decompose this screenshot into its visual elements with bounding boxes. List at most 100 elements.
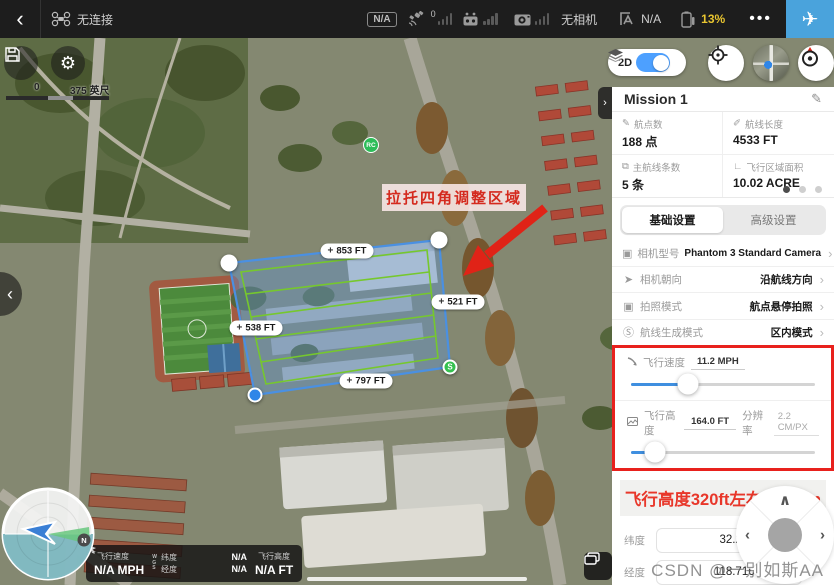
mission-stats: ✎航点数 188 点 ✐航线长度 4533 FT ⧉主航线条数 5 条 ∟飞行区…	[612, 112, 834, 198]
camera-status	[504, 13, 535, 26]
mission-panel: Mission 1 ✎ ✎航点数 188 点 ✐航线长度 4533 FT ⧉主航…	[612, 87, 834, 585]
speed-slider-row: 飞行速度 11.2 MPH	[615, 348, 831, 400]
photo-mode-icon: ▣	[622, 300, 635, 313]
minimap-thumbnail[interactable]	[753, 45, 789, 81]
takeoff-plane-icon: ✈	[802, 7, 819, 32]
camera-icon	[514, 13, 531, 26]
main-lines-icon: ⧉	[622, 161, 629, 172]
more-menu-button[interactable]: •••	[735, 10, 786, 28]
corner-handle-top-left[interactable]	[221, 255, 238, 272]
telemetry-bar: 飞行速度 N/A MPH WGS 纬度N/A 经度N/A 飞行高度 N/A FT	[86, 545, 302, 582]
resolution-value: 2.2 CM/PX	[774, 410, 819, 436]
speed-slider[interactable]	[631, 383, 815, 386]
scale-distance-label: 375 英尺	[70, 82, 109, 97]
battery-percent: 13%	[701, 12, 725, 26]
telemetry-altitude: 飞行高度 N/A FT	[255, 551, 293, 577]
compass-mode-button[interactable]	[798, 45, 834, 81]
altitude-slider-row: 飞行高度 164.0 FT 分辨率 2.2 CM/PX	[615, 400, 831, 468]
stats-pagination-dots[interactable]	[783, 186, 822, 193]
remote-controller-icon	[462, 12, 479, 26]
rc-home-marker[interactable]: RC	[363, 137, 379, 153]
map-settings-button[interactable]: ⚙	[51, 46, 85, 80]
connection-status-label: 无连接	[77, 11, 113, 28]
corner-handle-top-right[interactable]	[431, 232, 448, 249]
corner-handle-bottom-left[interactable]	[248, 388, 263, 403]
flight-status: N/A	[609, 11, 671, 27]
gps-mode-badge: N/A	[367, 12, 396, 27]
drone-icon	[51, 11, 71, 27]
plus-icon: +	[328, 246, 334, 257]
altitude-value-field[interactable]: 164.0 FT	[684, 415, 736, 430]
tab-advanced-settings[interactable]: 高级设置	[723, 207, 824, 233]
camera-model-icon: ▣	[622, 247, 632, 260]
route-length-icon: ✐	[733, 118, 741, 129]
annotation-label: 拉托四角调整区域	[382, 184, 526, 211]
chevron-right-icon: ›	[828, 246, 832, 261]
route-mode-icon: Ⓢ	[622, 324, 635, 340]
setting-route-mode[interactable]: Ⓢ 航线生成模式 区内模式 ›	[612, 320, 834, 346]
altitude-slider-thumb[interactable]	[644, 442, 665, 463]
nudge-left-button[interactable]: ‹	[745, 527, 750, 544]
gs-pro-app: 0 375 英尺 ⚙ ‹ 拉托四角调整区域 RC +853 FT +521 FT…	[0, 0, 834, 585]
flight-status-label: N/A	[641, 12, 661, 26]
nudge-up-button[interactable]: ∧	[779, 491, 791, 509]
edit-mission-icon[interactable]: ✎	[811, 91, 822, 107]
chevron-right-icon: ›	[820, 272, 824, 287]
chevron-right-icon: ›	[820, 299, 824, 314]
altitude-slider[interactable]	[631, 451, 815, 454]
stat-route-length: ✐航线长度 4533 FT	[723, 112, 834, 155]
satellite-count: 0	[431, 9, 436, 19]
setting-photo-mode[interactable]: ▣ 拍照模式 航点悬停拍照 ›	[612, 293, 834, 319]
status-topbar: ‹ 无连接 N/A 0 无相机	[0, 0, 834, 38]
settings-tabs: 基础设置 高级设置	[620, 205, 826, 235]
panel-collapse-tab[interactable]: ›	[598, 87, 612, 119]
flight-speed-icon	[627, 356, 637, 369]
camera-signal-bars	[535, 13, 550, 25]
rc-status	[458, 12, 483, 26]
corner-handle-start[interactable]: S	[443, 360, 458, 375]
nudge-right-button[interactable]: ›	[820, 527, 825, 544]
speed-slider-thumb[interactable]	[678, 374, 699, 395]
watermark: CSDN @一别如斯AA	[651, 556, 824, 581]
setting-camera-model[interactable]: ▣ 相机型号 Phantom 3 Standard Camera ›	[612, 241, 834, 267]
save-mission-button[interactable]	[4, 46, 38, 80]
compass-north-label: N	[81, 536, 86, 545]
heading-icon: ➤	[622, 273, 635, 286]
scale-zero-label: 0	[34, 82, 40, 93]
flight-altitude-icon	[627, 417, 638, 429]
satellite-icon	[407, 11, 425, 27]
edge-length-bottom: +797 FT	[340, 374, 393, 389]
area-icon: ∟	[733, 161, 742, 172]
satellite-status: 0	[397, 11, 438, 27]
stat-main-lines: ⧉主航线条数 5 条	[612, 155, 723, 197]
nudge-center-knob[interactable]	[768, 518, 802, 552]
waypoint-icon: ✎	[622, 118, 630, 129]
stat-waypoints: ✎航点数 188 点	[612, 112, 723, 155]
locate-me-button[interactable]	[708, 45, 744, 81]
connection-status: 无连接	[41, 11, 123, 28]
2d-toggle[interactable]	[636, 53, 670, 72]
gear-icon: ⚙	[60, 53, 76, 74]
plus-icon: +	[237, 323, 243, 334]
plus-icon: +	[347, 376, 353, 387]
rc-signal-bars	[483, 13, 498, 25]
battery-status: 13%	[671, 11, 735, 28]
flight-mode-icon	[619, 11, 635, 27]
plus-icon: +	[439, 297, 445, 308]
chevron-right-icon: ›	[820, 325, 824, 340]
edge-length-left: +538 FT	[230, 321, 283, 336]
tab-basic-settings[interactable]: 基础设置	[622, 207, 723, 233]
map-scale: 0 375 英尺	[6, 82, 116, 100]
highlighted-sliders-box: 飞行速度 11.2 MPH 飞行高度 164.0 FT 分辨率 2.2 CM/P…	[612, 345, 834, 471]
media-gallery-button[interactable]	[584, 552, 612, 580]
attitude-compass: N	[1, 487, 95, 581]
setting-camera-heading[interactable]: ➤ 相机朝向 沿航线方向 ›	[612, 267, 834, 293]
home-indicator[interactable]	[307, 577, 527, 581]
back-button[interactable]: ‹	[0, 0, 40, 38]
edge-length-top: +853 FT	[321, 244, 374, 259]
telemetry-speed: 飞行速度 N/A MPH	[94, 551, 144, 577]
gps-signal-bars	[438, 13, 453, 25]
speed-value-field[interactable]: 11.2 MPH	[691, 355, 745, 370]
map-mode-control[interactable]: 2D	[608, 49, 686, 76]
takeoff-button[interactable]: ✈	[786, 0, 834, 38]
